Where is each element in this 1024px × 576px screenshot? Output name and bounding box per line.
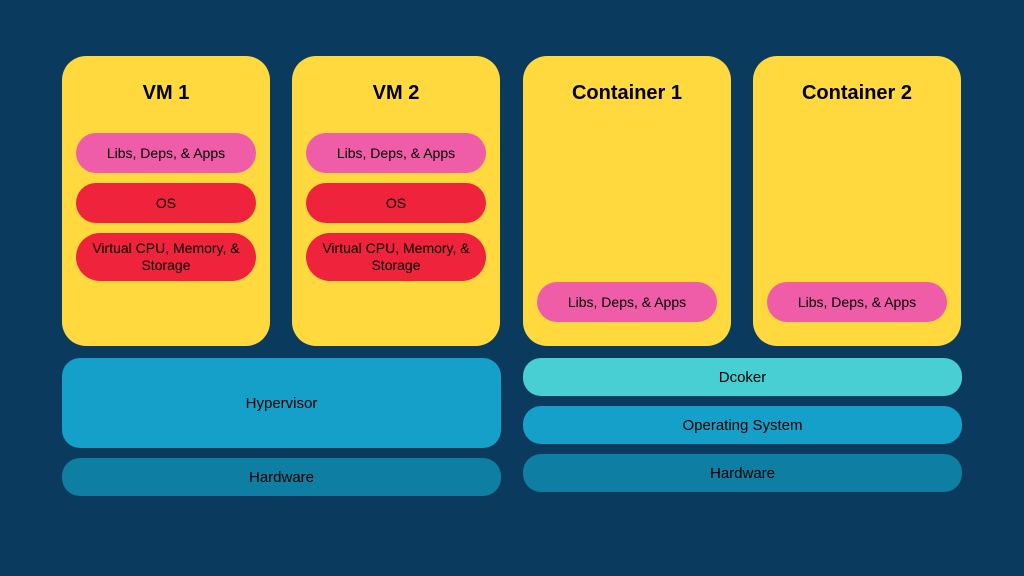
vm-box-1-os: OS <box>76 183 256 223</box>
vm-box-2-libs: Libs, Deps, & Apps <box>306 133 486 173</box>
vm-box-1-title: VM 1 <box>143 82 190 105</box>
container-box-1: Container 1 Libs, Deps, & Apps <box>523 56 731 346</box>
container-box-2: Container 2 Libs, Deps, & Apps <box>753 56 961 346</box>
container-os-layer: Operating System <box>523 406 962 444</box>
docker-layer: Dcoker <box>523 358 962 396</box>
vm-box-2-title: VM 2 <box>373 82 420 105</box>
vm-box-1: VM 1 Libs, Deps, & Apps OS Virtual CPU, … <box>62 56 270 346</box>
vm-stack: VM 1 Libs, Deps, & Apps OS Virtual CPU, … <box>62 56 501 506</box>
vm-box-1-virtual: Virtual CPU, Memory, & Storage <box>76 233 256 281</box>
container-box-2-title: Container 2 <box>802 82 912 105</box>
hypervisor-layer: Hypervisor <box>62 358 501 448</box>
vm-box-2: VM 2 Libs, Deps, & Apps OS Virtual CPU, … <box>292 56 500 346</box>
vm-box-1-libs: Libs, Deps, & Apps <box>76 133 256 173</box>
container-box-1-title: Container 1 <box>572 82 682 105</box>
vm-box-2-virtual: Virtual CPU, Memory, & Storage <box>306 233 486 281</box>
container-stack: Container 1 Libs, Deps, & Apps Container… <box>523 56 962 506</box>
vm-vs-container-diagram: VM 1 Libs, Deps, & Apps OS Virtual CPU, … <box>62 56 962 506</box>
container-box-1-libs: Libs, Deps, & Apps <box>537 282 717 322</box>
vm-box-2-os: OS <box>306 183 486 223</box>
container-hardware-layer: Hardware <box>523 454 962 492</box>
vm-hardware-layer: Hardware <box>62 458 501 496</box>
container-box-2-libs: Libs, Deps, & Apps <box>767 282 947 322</box>
